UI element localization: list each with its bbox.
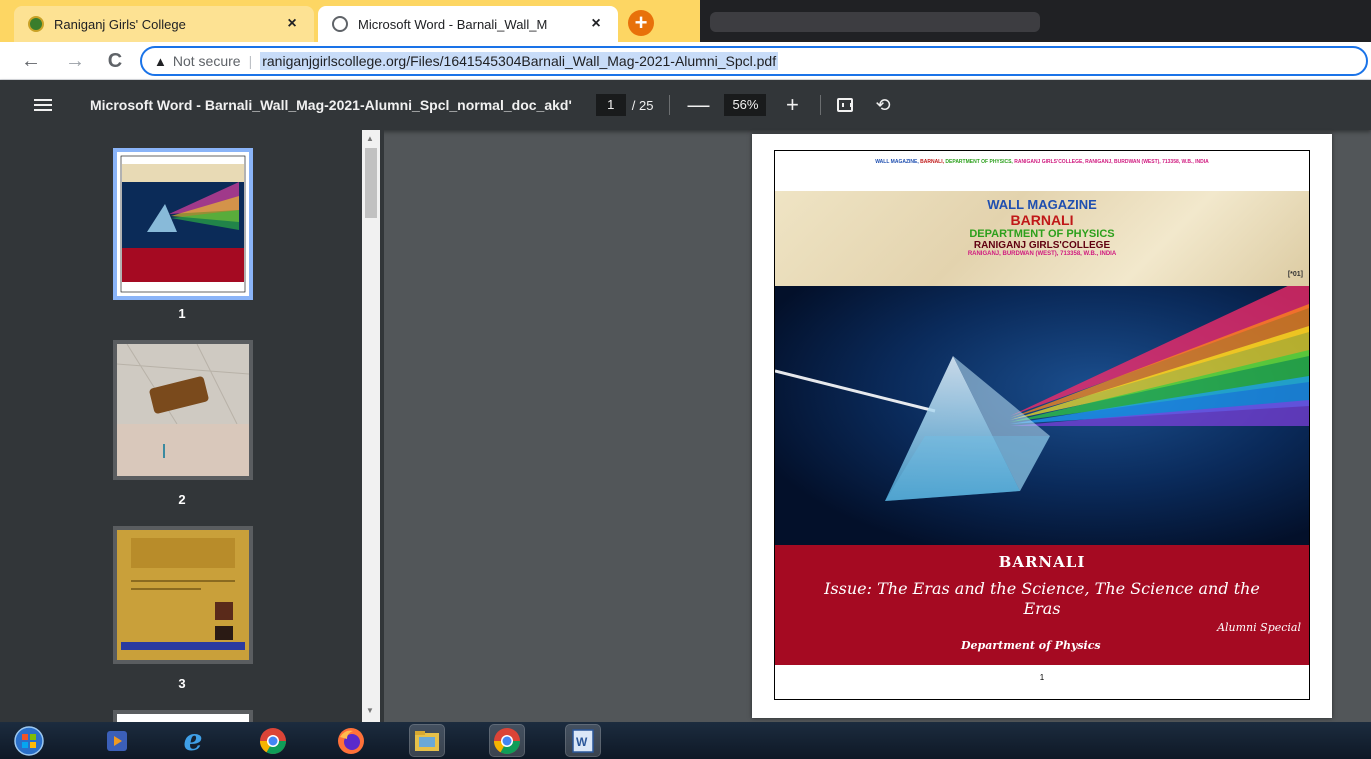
new-tab-button[interactable]: + (628, 10, 654, 36)
hamburger-menu-icon[interactable] (34, 96, 52, 114)
scroll-down-icon[interactable]: ▼ (366, 706, 374, 715)
thumbnail-number: 1 (178, 306, 186, 321)
header-line: WALL MAGAZINE, BARNALI, DEPARTMENT OF PH… (775, 159, 1309, 165)
start-button[interactable] (12, 725, 46, 756)
tab-strip: Raniganj Girls' College × Microsoft Word… (0, 0, 1371, 42)
header-part: DEPARTMENT OF PHYSICS, (945, 159, 1015, 165)
rotate-icon[interactable]: ⟲ (875, 95, 890, 116)
page-number-input[interactable]: 1 (595, 94, 626, 116)
pdf-toolbar: Microsoft Word - Barnali_Wall_Mag-2021-A… (0, 80, 1371, 130)
thumbnail-number: 2 (178, 492, 186, 507)
thumbnail-number: 3 (178, 676, 186, 691)
chrome-active-icon[interactable] (489, 724, 525, 757)
thumbnail-page-3[interactable] (113, 526, 253, 664)
url-text[interactable]: raniganjgirlscollege.org/Files/164154530… (260, 52, 779, 70)
department-label: Department of Physics (961, 639, 1101, 652)
issue-title: Issue: The Eras and the Science, The Sci… (824, 579, 1260, 618)
scroll-up-icon[interactable]: ▲ (366, 134, 374, 143)
title-banner: WALL MAGAZINE BARNALI DEPARTMENT OF PHYS… (775, 191, 1309, 286)
not-secure-label[interactable]: Not secure (173, 53, 241, 69)
header-part: BARNALI, (920, 159, 946, 165)
title-band: BARNALI Issue: The Eras and the Science,… (775, 545, 1309, 665)
chrome-icon[interactable] (256, 725, 290, 756)
page-code: [*01] (1287, 271, 1303, 278)
blurred-tab[interactable] (710, 12, 1040, 32)
zoom-in-button[interactable]: + (780, 92, 804, 118)
reload-icon[interactable]: C (102, 48, 128, 74)
banner-line: BARNALI (1010, 212, 1074, 228)
prism-illustration (775, 286, 1309, 545)
zoom-out-button[interactable]: — (686, 92, 710, 118)
forward-arrow-icon[interactable]: → (62, 48, 88, 74)
firefox-icon[interactable] (334, 725, 368, 756)
address-bar[interactable]: ▲ Not secure | raniganjgirlscollege.org/… (140, 46, 1368, 76)
browser-toolbar: ← → C ▲ Not secure | raniganjgirlscolleg… (0, 42, 1371, 80)
banner-line: RANIGANJ, BURDWAN (WEST), 713358, W.B., … (967, 251, 1117, 257)
close-tab-icon[interactable]: × (586, 15, 606, 33)
thumbnail-page-4[interactable] (113, 710, 253, 722)
header-part: RANIGANJ GIRLS'COLLEGE, RANIGANJ, BURDWA… (1014, 159, 1209, 165)
document-title: Microsoft Word - Barnali_Wall_Mag-2021-A… (90, 97, 572, 113)
sidebar-scrollbar[interactable]: ▲ ▼ (362, 130, 380, 722)
total-pages: / 25 (631, 97, 654, 113)
thumbnail-sidebar: 1 2 3 (0, 130, 384, 722)
tab-title: Raniganj Girls' College (54, 16, 186, 32)
globe-favicon-icon (332, 16, 348, 32)
internet-explorer-icon[interactable]: e (176, 723, 210, 758)
tab-title: Microsoft Word - Barnali_Wall_M (358, 16, 548, 32)
banner-line: DEPARTMENT OF PHYSICS (969, 228, 1115, 240)
media-player-icon[interactable] (100, 725, 134, 756)
tab-raniganj-college[interactable]: Raniganj Girls' College × (14, 6, 314, 42)
zoom-level-input[interactable]: 56% (724, 94, 767, 116)
tab-pdf-document[interactable]: Microsoft Word - Barnali_Wall_M × (318, 6, 618, 42)
pdf-page: WALL MAGAZINE, BARNALI, DEPARTMENT OF PH… (752, 134, 1332, 718)
college-favicon-icon (28, 16, 44, 32)
warning-icon[interactable]: ▲ (154, 54, 167, 69)
scrollbar-thumb[interactable] (365, 148, 377, 218)
header-part: WALL MAGAZINE, (875, 159, 921, 165)
divider (820, 95, 822, 115)
banner-line: WALL MAGAZINE (987, 197, 1097, 212)
alumni-special-label: Alumni Special (1217, 621, 1301, 634)
magazine-name: BARNALI (998, 553, 1086, 571)
separator: | (248, 53, 253, 69)
back-arrow-icon[interactable]: ← (18, 48, 44, 74)
fit-to-page-icon[interactable] (837, 98, 854, 112)
close-tab-icon[interactable]: × (282, 15, 302, 33)
thumbnail-page-2[interactable] (113, 340, 253, 480)
svg-text:W: W (576, 735, 588, 749)
word-icon[interactable]: W (565, 724, 601, 757)
file-explorer-icon[interactable] (409, 724, 445, 757)
page-border: WALL MAGAZINE, BARNALI, DEPARTMENT OF PH… (774, 150, 1310, 700)
thumbnail-page-1[interactable] (113, 148, 253, 300)
taskbar: e W (0, 722, 1371, 759)
page-footer-number: 1 (1039, 673, 1045, 682)
banner-line: RANIGANJ GIRLS'COLLEGE (973, 240, 1111, 251)
divider (669, 95, 671, 115)
